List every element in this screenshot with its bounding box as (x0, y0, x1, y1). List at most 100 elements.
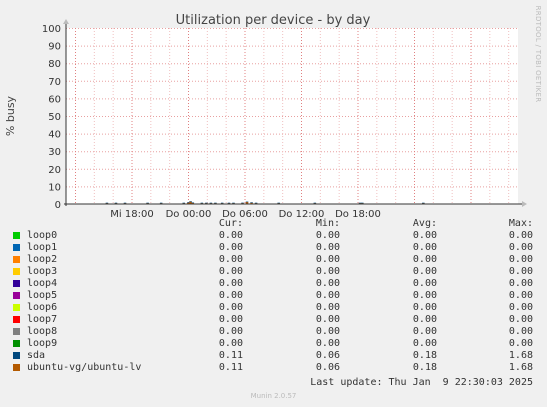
legend-min: 0.00 (315, 314, 340, 325)
legend-row: loop0 0.00 0.00 0.00 0.00 (0, 230, 547, 242)
legend-name: loop9 (27, 338, 58, 349)
legend-swatch (13, 268, 20, 275)
legend-row: loop5 0.00 0.00 0.00 0.00 (0, 290, 547, 302)
y-tick-label: 50 (48, 112, 61, 123)
legend-avg: 0.00 (412, 338, 437, 349)
legend-avg: 0.00 (412, 266, 437, 277)
y-tick-label: 100 (42, 24, 61, 35)
legend-min: 0.00 (315, 338, 340, 349)
y-tick-label: 60 (48, 94, 61, 105)
legend-name: loop5 (27, 290, 58, 301)
legend-cur: 0.11 (218, 350, 243, 361)
legend-avg: 0.00 (412, 242, 437, 253)
legend-row: loop2 0.00 0.00 0.00 0.00 (0, 254, 547, 266)
legend-row: loop1 0.00 0.00 0.00 0.00 (0, 242, 547, 254)
legend-min: 0.00 (315, 266, 340, 277)
y-axis-arrow (63, 19, 69, 24)
legend-swatch (13, 232, 20, 239)
legend-swatch (13, 316, 20, 323)
legend-cur: 0.00 (218, 314, 243, 325)
legend-swatch (13, 364, 20, 371)
legend-row: loop6 0.00 0.00 0.00 0.00 (0, 302, 547, 314)
legend-max: 0.00 (508, 338, 533, 349)
legend-min: 0.00 (315, 302, 340, 313)
legend-cur: 0.00 (218, 266, 243, 277)
legend-min: 0.00 (315, 242, 340, 253)
legend-name: loop4 (27, 278, 58, 289)
legend-max: 1.68 (508, 350, 533, 361)
legend-swatch (13, 292, 20, 299)
legend-avg: 0.00 (412, 230, 437, 241)
y-tick-label: 30 (48, 147, 61, 158)
legend-row: loop8 0.00 0.00 0.00 0.00 (0, 326, 547, 338)
legend-swatch (13, 280, 20, 287)
y-tick-label: 70 (48, 77, 61, 88)
header-min: Min: (315, 218, 340, 229)
legend-min: 0.00 (315, 326, 340, 337)
legend-avg: 0.00 (412, 302, 437, 313)
legend-avg: 0.18 (412, 350, 437, 361)
legend-min: 0.00 (315, 230, 340, 241)
legend-cur: 0.00 (218, 254, 243, 265)
legend-max: 0.00 (508, 278, 533, 289)
legend-name: loop7 (27, 314, 58, 325)
legend-swatch (13, 244, 20, 251)
legend-avg: 0.00 (412, 290, 437, 301)
legend-cur: 0.00 (218, 290, 243, 301)
legend-name: loop1 (27, 242, 58, 253)
legend-cur: 0.11 (218, 362, 243, 373)
legend-swatch (13, 304, 20, 311)
legend-name: loop6 (27, 302, 58, 313)
y-tick-label: 20 (48, 165, 61, 176)
legend-name: sda (27, 350, 46, 361)
y-tick-label: 0 (55, 200, 61, 211)
legend-cur: 0.00 (218, 302, 243, 313)
legend-max: 0.00 (508, 242, 533, 253)
legend-min: 0.06 (315, 350, 340, 361)
legend-avg: 0.00 (412, 278, 437, 289)
legend-avg: 0.00 (412, 254, 437, 265)
legend-name: loop3 (27, 266, 58, 277)
legend-max: 0.00 (508, 266, 533, 277)
legend-table: Cur: Min: Avg: Max: loop0 0.00 0.00 0.00… (0, 218, 547, 374)
header-cur: Cur: (218, 218, 243, 229)
legend-cur: 0.00 (218, 242, 243, 253)
legend-name: loop8 (27, 326, 58, 337)
y-axis-label: % busy (4, 95, 17, 136)
legend-cur: 0.00 (218, 278, 243, 289)
y-tick-label: 90 (48, 42, 61, 53)
legend-min: 0.06 (315, 362, 340, 373)
rrdtool-credit: RRDTOOL / TOBI OETIKER (534, 6, 542, 103)
legend-max: 1.68 (508, 362, 533, 373)
legend-cur: 0.00 (218, 326, 243, 337)
legend-min: 0.00 (315, 278, 340, 289)
legend-avg: 0.00 (412, 314, 437, 325)
legend-max: 0.00 (508, 302, 533, 313)
legend-cur: 0.00 (218, 230, 243, 241)
header-max: Max: (508, 218, 533, 229)
munin-version: Munin 2.0.57 (250, 392, 297, 400)
legend-max: 0.00 (508, 314, 533, 325)
legend-swatch (13, 256, 20, 263)
legend-row: loop3 0.00 0.00 0.00 0.00 (0, 266, 547, 278)
legend-min: 0.00 (315, 254, 340, 265)
legend-swatch (13, 352, 20, 359)
legend-row: loop9 0.00 0.00 0.00 0.00 (0, 338, 547, 350)
legend-cur: 0.00 (218, 338, 243, 349)
y-tick-label: 80 (48, 59, 61, 70)
legend-max: 0.00 (508, 254, 533, 265)
legend-row: loop4 0.00 0.00 0.00 0.00 (0, 278, 547, 290)
legend-avg: 0.00 (412, 326, 437, 337)
legend-max: 0.00 (508, 326, 533, 337)
x-axis-arrow (522, 201, 527, 207)
y-tick-labels: 0 10 20 30 40 50 60 70 80 90 100 (42, 24, 61, 211)
last-update: Last update: Thu Jan 9 22:30:03 2025 (310, 377, 533, 388)
legend-row: ubuntu-vg/ubuntu-lv 0.11 0.06 0.18 1.68 (0, 362, 547, 374)
chart-title: Utilization per device - by day (176, 13, 371, 28)
legend-max: 0.00 (508, 230, 533, 241)
legend-name: loop2 (27, 254, 58, 265)
legend-name: loop0 (27, 230, 58, 241)
header-avg: Avg: (412, 218, 437, 229)
legend-max: 0.00 (508, 290, 533, 301)
legend-min: 0.00 (315, 290, 340, 301)
